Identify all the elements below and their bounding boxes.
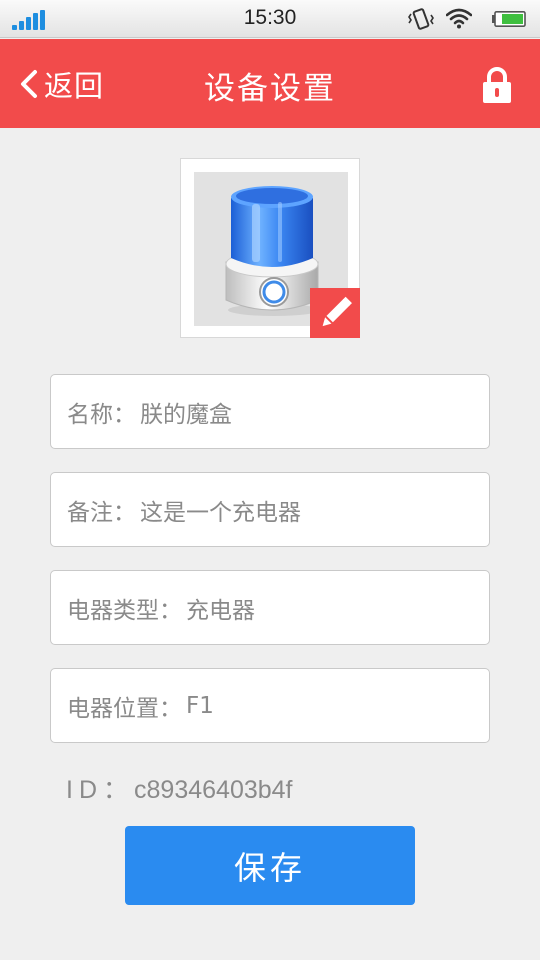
name-label: 名称： [67,401,136,428]
page-title: 设备设置 [204,71,336,107]
device-id-label: ID： [66,776,135,804]
save-button[interactable]: 保存 [125,826,415,905]
lock-icon[interactable] [480,65,514,105]
device-location-label: 电器位置： [67,695,182,722]
device-id-value: c89346403b4f [134,776,293,804]
device-type-label: 电器类型： [67,597,182,624]
vibrate-icon [408,8,434,30]
app-header: 返回 设备设置 [0,39,540,128]
name-value: 朕的魔盒 [140,401,232,428]
edit-image-button[interactable] [310,288,360,338]
status-bar: 15:30 [0,0,540,38]
remark-label: 备注： [67,499,136,526]
pencil-icon [322,296,352,327]
wifi-icon [446,8,472,29]
device-type-value: 充电器 [186,597,255,624]
battery-icon [492,11,526,27]
device-id: ID：c89346403b4f [66,770,293,806]
device-location-field[interactable]: 电器位置： F1 [50,668,490,743]
device-location-value: F1 [186,692,214,719]
device-type-field[interactable]: 电器类型： 充电器 [50,570,490,645]
remark-field[interactable]: 备注： 这是一个充电器 [50,472,490,547]
name-field[interactable]: 名称： 朕的魔盒 [50,374,490,449]
remark-value: 这是一个充电器 [140,499,301,526]
